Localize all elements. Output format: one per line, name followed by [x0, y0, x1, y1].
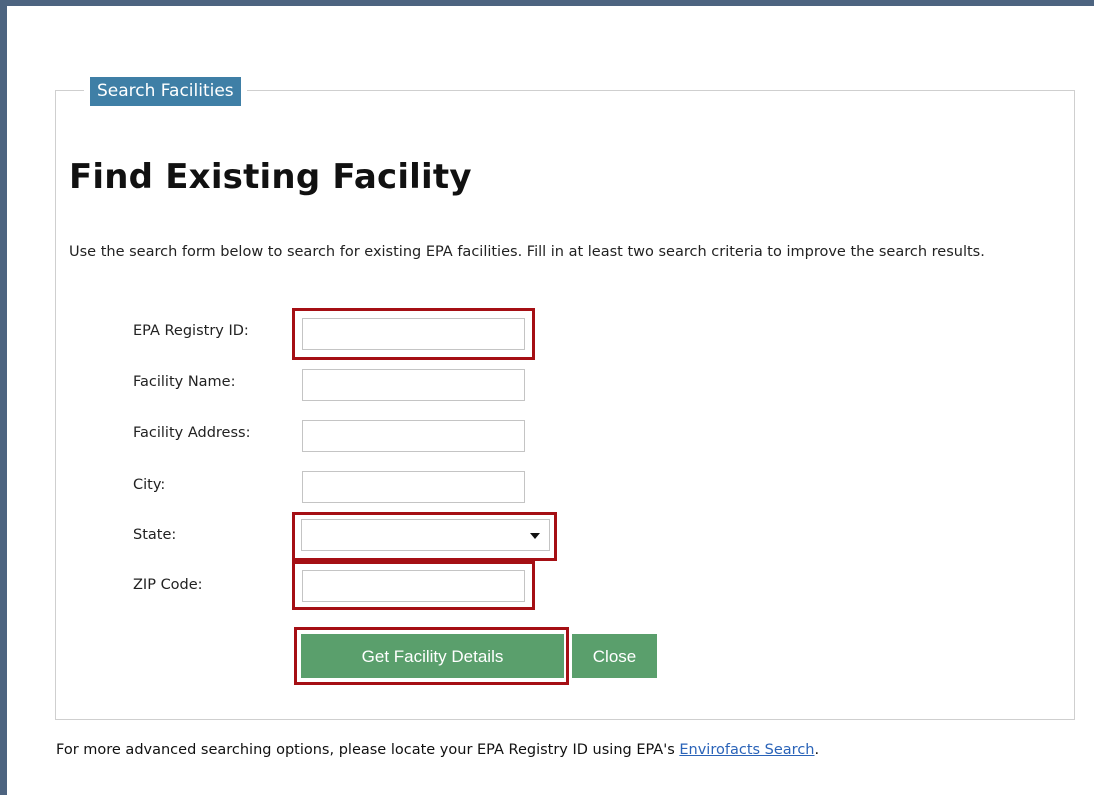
registry-id-input[interactable] [302, 318, 525, 350]
city-input[interactable] [302, 471, 525, 503]
get-facility-details-button[interactable]: Get Facility Details [301, 634, 564, 678]
advanced-search-text: For more advanced searching options, ple… [56, 742, 680, 758]
chevron-down-icon [530, 533, 540, 539]
legend-label: Search Facilities [90, 77, 241, 106]
facility-name-label: Facility Name: [133, 374, 236, 390]
facility-name-input[interactable] [302, 369, 525, 401]
fieldset-legend: Search Facilities [84, 77, 247, 106]
window-frame-top [0, 0, 1094, 6]
facility-address-input[interactable] [302, 420, 525, 452]
close-button[interactable]: Close [572, 634, 657, 678]
footer-period: . [814, 742, 820, 758]
page-title: Find Existing Facility [69, 157, 472, 197]
window-frame-left [0, 0, 7, 795]
registry-id-label: EPA Registry ID: [133, 323, 249, 339]
advanced-search-note: For more advanced searching options, ple… [56, 742, 819, 758]
facility-address-label: Facility Address: [133, 425, 251, 441]
instructions-text: Use the search form below to search for … [69, 244, 985, 260]
envirofacts-search-link[interactable]: Envirofacts Search [679, 742, 814, 758]
zip-code-label: ZIP Code: [133, 577, 203, 593]
state-select[interactable] [301, 519, 550, 551]
zip-code-input[interactable] [302, 570, 525, 602]
city-label: City: [133, 477, 166, 493]
state-label: State: [133, 527, 177, 543]
